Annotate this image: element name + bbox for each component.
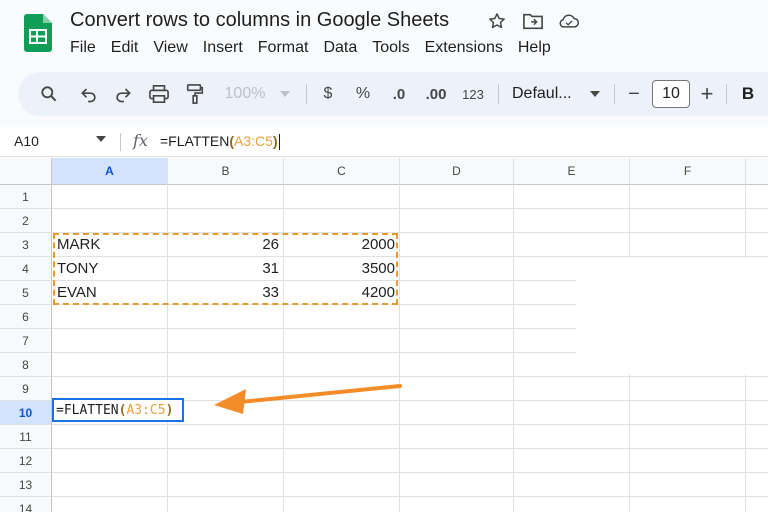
gridline (52, 376, 768, 377)
row-header-1[interactable]: 1 (0, 185, 52, 209)
number-format-button[interactable]: 123 (458, 72, 488, 116)
column-header-f[interactable]: F (630, 158, 746, 185)
row-header-5[interactable]: 5 (0, 281, 52, 305)
formula-prefix: =FLATTEN (160, 133, 230, 149)
gridline (399, 185, 400, 512)
formula-bar: A10 fx =FLATTEN(A3:C5) (0, 127, 768, 157)
row-header-12[interactable]: 12 (0, 449, 52, 473)
menu-data[interactable]: Data (323, 39, 366, 57)
text-cursor (278, 134, 280, 151)
sheet-grid: A B C D E F 1 2 3 4 5 6 7 8 9 10 11 12 1… (0, 158, 768, 512)
menu-bar: File Edit View Insert Format Data Tools … (70, 39, 566, 57)
gridline (52, 496, 768, 497)
menu-view[interactable]: View (153, 39, 196, 57)
menu-tools[interactable]: Tools (372, 39, 418, 57)
menu-insert[interactable]: Insert (203, 39, 252, 57)
font-size-input[interactable]: 10 (652, 80, 690, 108)
sheets-app: Convert rows to columns in Google Sheets… (0, 0, 768, 512)
decrease-decimal-label: .0 (392, 85, 406, 103)
formula-bar-divider (120, 133, 121, 151)
menu-file[interactable]: File (70, 39, 105, 57)
paint-format-icon[interactable] (182, 72, 208, 116)
toolbar-divider (726, 84, 727, 104)
gridline (513, 185, 514, 512)
row-header-13[interactable]: 13 (0, 473, 52, 497)
row-header-2[interactable]: 2 (0, 209, 52, 233)
column-header-g[interactable] (746, 158, 768, 185)
column-header-e[interactable]: E (514, 158, 630, 185)
font-select[interactable]: Defaul... (512, 72, 582, 116)
currency-format-button[interactable]: $ (318, 72, 338, 116)
chevron-down-icon[interactable] (96, 136, 106, 142)
sheets-logo-icon[interactable] (24, 14, 52, 52)
formula-range: A3:C5 (234, 133, 273, 149)
print-icon[interactable] (146, 72, 172, 116)
formula-input[interactable]: =FLATTEN(A3:C5) (160, 133, 280, 151)
toolbar-divider (614, 84, 615, 104)
cell-editor[interactable]: =FLATTEN(A3:C5) (54, 400, 173, 420)
name-box[interactable]: A10 (14, 133, 39, 149)
row-header-9[interactable]: 9 (0, 377, 52, 401)
column-header-d[interactable]: D (400, 158, 514, 185)
gridline (52, 472, 768, 473)
editor-formula-prefix: =FLATTEN (56, 402, 119, 418)
function-icon: fx (133, 131, 148, 150)
decrease-font-size-button[interactable]: − (624, 72, 644, 116)
menu-help[interactable]: Help (518, 39, 560, 57)
chevron-down-icon[interactable] (588, 72, 602, 116)
formula-close-paren: ) (272, 133, 278, 149)
increase-font-size-button[interactable]: + (696, 72, 718, 116)
gridline (52, 448, 768, 449)
redo-icon[interactable] (110, 72, 136, 116)
blank-area (576, 258, 768, 374)
row-header-3[interactable]: 3 (0, 233, 52, 257)
column-header-c[interactable]: C (284, 158, 400, 185)
star-icon[interactable] (486, 10, 508, 32)
document-title[interactable]: Convert rows to columns in Google Sheets (70, 9, 449, 32)
move-to-folder-icon[interactable] (522, 10, 544, 32)
column-header-a[interactable]: A (52, 158, 168, 185)
editor-open-paren: ( (118, 402, 127, 418)
row-header-11[interactable]: 11 (0, 425, 52, 449)
select-all-corner[interactable] (0, 158, 52, 185)
editor-formula-range: A3:C5 (126, 402, 166, 418)
toolbar: 100% $ % .0 .00 123 Defaul... − 10 + B (18, 72, 768, 116)
chevron-down-icon[interactable] (276, 72, 294, 116)
gridline (52, 424, 768, 425)
row-header-14[interactable]: 14 (0, 497, 52, 512)
menu-format[interactable]: Format (258, 39, 318, 57)
row-header-7[interactable]: 7 (0, 329, 52, 353)
row-header-8[interactable]: 8 (0, 353, 52, 377)
title-bar: Convert rows to columns in Google Sheets… (0, 0, 768, 68)
editor-close-paren: ) (165, 402, 174, 418)
toolbar-divider (498, 84, 499, 104)
row-header-6[interactable]: 6 (0, 305, 52, 329)
menu-extensions[interactable]: Extensions (425, 39, 512, 57)
cloud-status-icon[interactable] (558, 10, 580, 32)
bold-button[interactable]: B (738, 72, 758, 116)
undo-icon[interactable] (76, 72, 102, 116)
zoom-select[interactable]: 100% (218, 72, 272, 116)
menu-edit[interactable]: Edit (111, 39, 148, 57)
referenced-range-highlight (53, 233, 398, 305)
row-header-10[interactable]: 10 (0, 401, 52, 425)
toolbar-divider (306, 84, 307, 104)
row-header-4[interactable]: 4 (0, 257, 52, 281)
column-header-b[interactable]: B (168, 158, 284, 185)
gridline (52, 208, 768, 209)
increase-decimal-label: .00 (425, 85, 447, 103)
increase-decimal-button[interactable]: .00 (422, 72, 450, 116)
decrease-decimal-button[interactable]: .0 (386, 72, 412, 116)
search-icon[interactable] (36, 72, 62, 116)
percent-format-button[interactable]: % (352, 72, 374, 116)
